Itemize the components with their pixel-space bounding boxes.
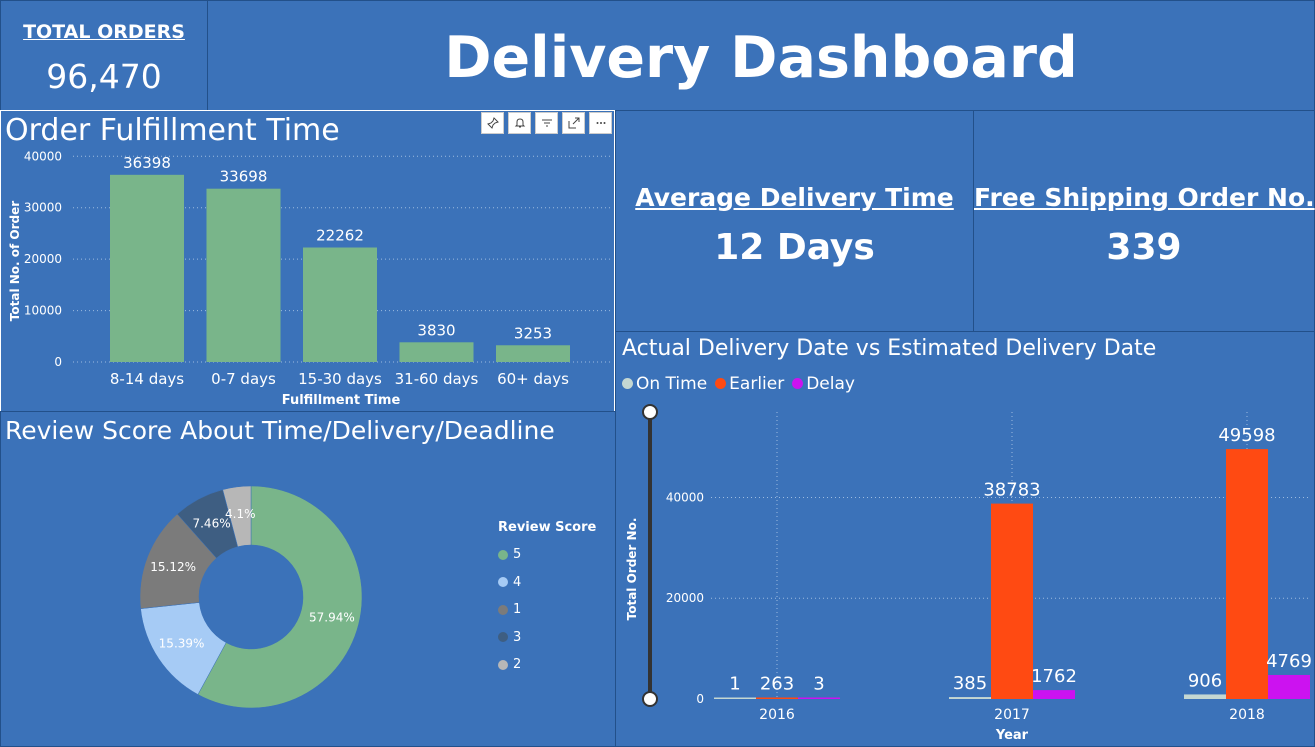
x-tick-label: 2016 — [759, 707, 795, 723]
data-label: 906 — [1188, 670, 1222, 691]
legend-item[interactable]: 3 — [498, 624, 596, 652]
legend-label: 1 — [513, 602, 522, 618]
avg-delivery-label: Average Delivery Time — [635, 183, 954, 212]
data-label: 385 — [953, 673, 987, 694]
y-tick-label: 30000 — [24, 201, 62, 215]
zoom-slider-handle-bottom[interactable] — [642, 691, 658, 707]
actual-grouped-bar-chart: 0 20000 40000 1 263 3 2016 385 38783 1762 2017 906 4… — [625, 404, 1312, 743]
legend-label: 5 — [513, 547, 522, 563]
x-tick-label: 15-30 days — [298, 370, 382, 388]
zoom-slider-handle-top[interactable] — [642, 404, 658, 420]
data-label: 1762 — [1031, 666, 1077, 687]
actual-vs-estimated-panel[interactable]: Actual Delivery Date vs Estimated Delive… — [615, 331, 1315, 747]
avg-delivery-value: 12 Days — [714, 227, 875, 268]
bar — [949, 697, 991, 699]
bar — [303, 247, 377, 362]
y-axis-label: Total Order No. — [625, 518, 639, 621]
data-label: 49598 — [1218, 425, 1275, 446]
free-shipping-value: 339 — [1106, 227, 1182, 268]
x-tick-label: 60+ days — [497, 370, 569, 388]
x-axis-label: Year — [995, 728, 1029, 743]
x-tick-label: 31-60 days — [395, 370, 479, 388]
bar — [1184, 694, 1226, 699]
data-label: 3830 — [417, 321, 455, 339]
y-tick-label: 20000 — [24, 252, 62, 266]
slice-label: 15.12% — [150, 560, 196, 574]
bar — [991, 503, 1033, 699]
y-tick-label: 40000 — [24, 149, 62, 163]
legend-label: 4 — [513, 574, 522, 590]
data-label: 22262 — [316, 227, 364, 245]
avg-delivery-card: Average Delivery Time 12 Days — [615, 110, 974, 332]
review-score-panel[interactable]: Review Score About Time/Delivery/Deadlin… — [0, 411, 616, 747]
data-label: 263 — [760, 674, 794, 695]
legend-item[interactable]: 4 — [498, 569, 596, 597]
total-orders-label: TOTAL ORDERS — [23, 21, 185, 43]
review-legend: Review Score 5 4 1 3 2 — [498, 520, 596, 679]
bar — [756, 697, 798, 699]
legend-label: 2 — [513, 657, 522, 673]
legend-item[interactable]: 1 — [498, 596, 596, 624]
data-label: 3253 — [514, 324, 552, 342]
bar — [206, 188, 281, 362]
bar — [798, 697, 840, 699]
review-legend-title: Review Score — [498, 520, 597, 535]
data-label: 36398 — [123, 154, 171, 172]
x-tick-label: 2018 — [1229, 707, 1265, 723]
fulfillment-chart-panel[interactable]: Order Fulfillment Time 0 10000 20000 30000 4… — [0, 110, 615, 412]
data-label: 3 — [813, 674, 824, 695]
data-label: 1 — [729, 674, 740, 695]
slice-label: 4.1% — [225, 507, 256, 521]
dashboard-title: Delivery Dashboard — [444, 25, 1078, 91]
legend-item[interactable]: 2 — [498, 651, 596, 679]
x-tick-label: 2017 — [994, 707, 1030, 723]
y-tick-label: 20000 — [666, 591, 704, 605]
x-tick-label: 0-7 days — [211, 370, 276, 388]
slice-label: 15.39% — [159, 636, 205, 650]
legend-dot-icon — [498, 659, 508, 670]
title-banner: Delivery Dashboard — [207, 0, 1315, 111]
y-axis-label: Total No. of Order — [8, 201, 22, 321]
data-label: 38783 — [983, 480, 1040, 501]
y-tick-label: 0 — [696, 692, 704, 706]
x-axis-label: Fulfillment Time — [282, 393, 401, 408]
free-shipping-label: Free Shipping Order No. — [974, 183, 1315, 212]
legend-dot-icon — [498, 632, 508, 643]
data-label: 33698 — [220, 168, 268, 186]
y-tick-label: 0 — [54, 355, 62, 369]
bar — [714, 697, 756, 699]
review-donut-chart: 57.94%15.39%15.12%7.46%4.1% — [139, 485, 363, 709]
legend-item[interactable]: 5 — [498, 541, 596, 569]
free-shipping-card: Free Shipping Order No. 339 — [973, 110, 1315, 332]
legend-dot-icon — [498, 577, 508, 588]
bar — [1268, 674, 1310, 699]
legend-dot-icon — [498, 604, 508, 615]
fulfillment-bar-chart: 0 10000 20000 30000 40000 36398 8-14 days 33698… — [8, 149, 611, 408]
total-orders-card: TOTAL ORDERS 96,470 — [0, 0, 208, 111]
bar — [110, 174, 184, 362]
bar — [1033, 690, 1075, 699]
legend-label: 3 — [513, 629, 522, 645]
legend-dot-icon — [498, 549, 508, 560]
bar — [496, 345, 570, 362]
slice-label: 57.94% — [309, 611, 355, 625]
y-tick-label: 40000 — [666, 490, 704, 504]
bar — [399, 342, 474, 362]
total-orders-value: 96,470 — [46, 57, 162, 96]
data-label: 4769 — [1266, 651, 1312, 672]
bar — [1226, 449, 1268, 699]
x-tick-label: 8-14 days — [110, 370, 184, 388]
y-tick-label: 10000 — [24, 304, 62, 318]
